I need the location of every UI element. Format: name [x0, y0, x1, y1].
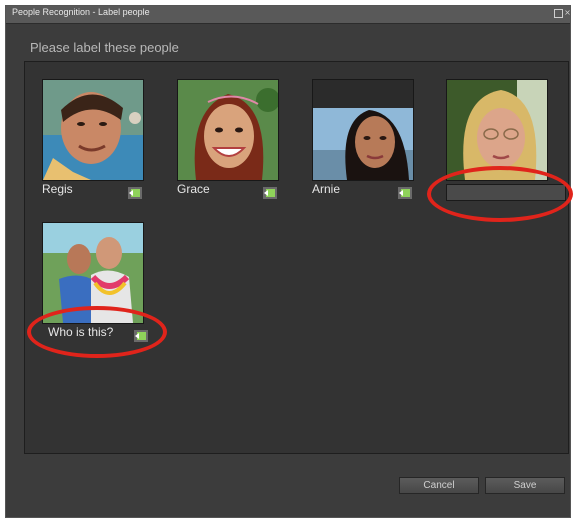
- person-tile: Arnie: [312, 79, 414, 209]
- add-tag-icon[interactable]: [134, 330, 148, 342]
- person-name[interactable]: Who is this?: [48, 325, 113, 339]
- person-tile: Grace: [177, 79, 279, 209]
- add-tag-icon[interactable]: [263, 187, 277, 199]
- person-tile: Regis: [42, 79, 144, 209]
- person-name[interactable]: Arnie: [312, 182, 340, 196]
- face-thumbnail[interactable]: [42, 222, 144, 324]
- title-bar[interactable]: People Recognition - Label people ×: [6, 6, 571, 24]
- add-tag-icon[interactable]: [128, 187, 142, 199]
- person-name[interactable]: Regis: [42, 182, 73, 196]
- close-icon[interactable]: ×: [564, 9, 571, 17]
- face-thumbnail[interactable]: [177, 79, 279, 181]
- people-recognition-dialog: People Recognition - Label people × Plea…: [5, 5, 571, 518]
- face-thumbnail[interactable]: [42, 79, 144, 181]
- cancel-button[interactable]: Cancel: [399, 477, 479, 494]
- person-tile: Who is this?: [42, 222, 148, 352]
- person-tile: [446, 79, 570, 209]
- add-tag-icon[interactable]: [398, 187, 412, 199]
- person-name[interactable]: Grace: [177, 182, 210, 196]
- face-thumbnail[interactable]: [446, 79, 548, 181]
- maximize-icon[interactable]: [554, 9, 563, 18]
- person-name-field[interactable]: [446, 184, 566, 201]
- window-title: People Recognition - Label people: [12, 7, 150, 17]
- save-button[interactable]: Save: [485, 477, 565, 494]
- face-thumbnail[interactable]: [312, 79, 414, 181]
- dialog-heading: Please label these people: [30, 40, 179, 55]
- faces-panel: Regis Grace Arnie Who is this?: [24, 61, 569, 454]
